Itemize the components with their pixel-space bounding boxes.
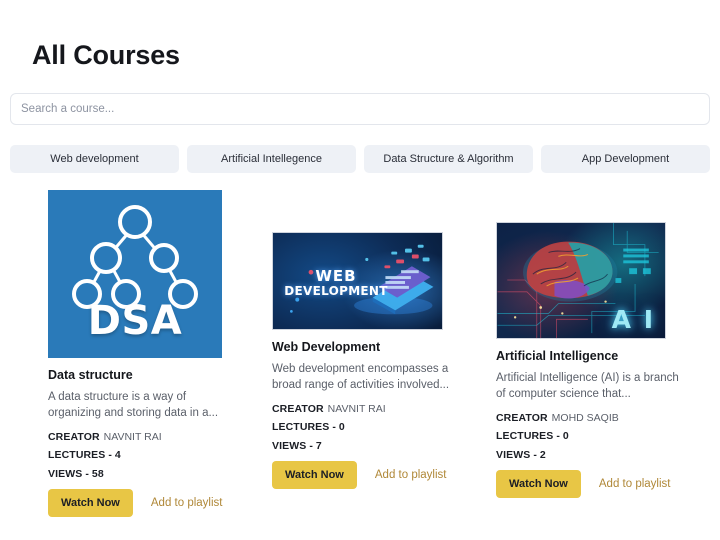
creator-label: CREATOR [48,430,100,443]
course-thumbnail-wrap: WEB DEVELOPMENT [272,232,493,330]
lectures-value: 0 [562,430,569,443]
creator-value: NAVNIT RAI [103,430,162,443]
filter-chip-data-structure-algorithm[interactable]: Data Structure & Algorithm [364,145,533,173]
course-card-body: Web Development Web development encompas… [272,330,493,490]
course-lectures-row: LECTURES - 4 [48,449,269,462]
views-label: VIEWS - [496,448,537,461]
course-title: Artificial Intelligence [496,349,619,363]
course-creator-row: CREATOR MOHD SAQIB [496,412,717,425]
views-value: 58 [91,467,104,480]
web-development-thumbnail-text: WEB DEVELOPMENT [281,267,391,298]
watch-now-button[interactable]: Watch Now [496,470,581,499]
lectures-label: LECTURES - [496,430,560,443]
dsa-thumbnail-text: DSA [87,298,183,344]
watch-now-button[interactable]: Watch Now [272,461,357,490]
filter-chip-web-development[interactable]: Web development [10,145,179,173]
filter-chip-app-development[interactable]: App Development [541,145,710,173]
lectures-label: LECTURES - [48,449,112,462]
page-title: All Courses [32,40,180,70]
lectures-value: 0 [338,421,345,434]
web-thumbnail-line1: WEB [315,267,357,285]
lectures-value: 4 [114,449,121,462]
course-lectures-row: LECTURES - 0 [496,430,717,443]
course-actions: Watch Now Add to playlist [272,461,493,490]
ai-thumbnail-text: A I [611,305,655,334]
add-to-playlist-link[interactable]: Add to playlist [375,469,447,481]
add-to-playlist-link[interactable]: Add to playlist [599,478,671,490]
web-development-banner-image: WEB DEVELOPMENT [272,232,443,330]
creator-label: CREATOR [496,411,548,424]
watch-now-button[interactable]: Watch Now [48,489,133,518]
course-grid: DSA Data structure A data structure is a… [0,190,720,518]
all-courses-page: All Courses Web development Artificial I… [0,0,720,540]
ai-brain-circuit-image: A I [496,222,666,339]
course-views-row: VIEWS - 58 [48,468,269,481]
web-thumbnail-line2: DEVELOPMENT [284,283,388,298]
course-card-body: Data structure A data structure is a way… [48,358,269,518]
views-label: VIEWS - [272,439,313,452]
lectures-label: LECTURES - [272,421,336,434]
creator-value: MOHD SAQIB [551,411,619,424]
course-views-row: VIEWS - 7 [272,440,493,453]
add-to-playlist-link[interactable]: Add to playlist [151,497,223,509]
course-card-body: Artificial Intelligence Artificial Intel… [496,339,717,499]
course-title: Data structure [48,368,133,382]
course-lectures-row: LECTURES - 0 [272,421,493,434]
course-actions: Watch Now Add to playlist [496,470,717,499]
course-description: Web development encompasses a broad rang… [272,363,450,392]
dsa-tree-icon: DSA [48,190,222,358]
views-label: VIEWS - [48,467,89,480]
filter-chip-artificial-intelligence[interactable]: Artificial Intellegence [187,145,356,173]
course-description: A data structure is a way of organizing … [48,391,219,420]
course-description: Artificial Intelligence (AI) is a branch… [496,372,679,401]
course-card[interactable]: A I Artificial Intelligence Artificial I… [496,190,717,517]
course-creator-row: CREATOR NAVNIT RAI [48,431,269,444]
course-views-row: VIEWS - 2 [496,449,717,462]
course-card[interactable]: WEB DEVELOPMENT Web Development Web deve… [272,190,493,517]
views-value: 7 [315,439,322,452]
course-thumbnail-wrap: DSA [48,190,269,358]
course-thumbnail-wrap: A I [496,222,717,339]
creator-value: NAVNIT RAI [327,402,386,415]
category-filter-bar: Web development Artificial Intellegence … [10,145,710,173]
search-input[interactable] [10,93,710,125]
views-value: 2 [539,448,546,461]
course-actions: Watch Now Add to playlist [48,489,269,518]
course-card[interactable]: DSA Data structure A data structure is a… [48,190,269,518]
course-title: Web Development [272,340,381,354]
course-creator-row: CREATOR NAVNIT RAI [272,403,493,416]
creator-label: CREATOR [272,402,324,415]
